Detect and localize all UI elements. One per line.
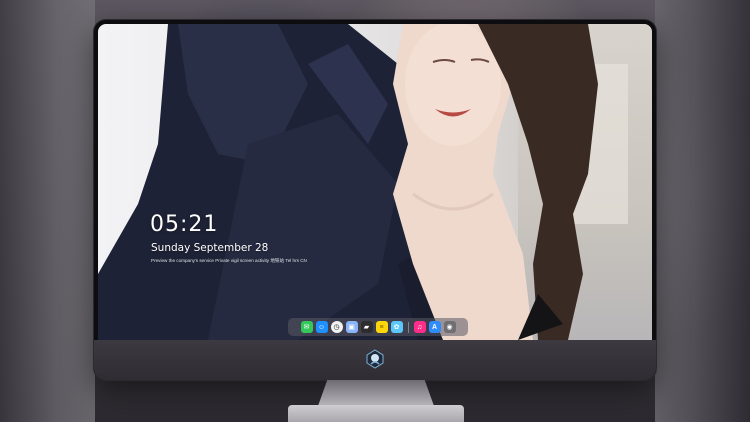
monitor-stand-neck — [318, 380, 434, 406]
monitor-stand-base — [288, 405, 464, 422]
wallpaper-hair — [478, 24, 598, 340]
lock-screen[interactable]: 05:21 Sunday September 28 Preview the co… — [98, 24, 652, 340]
clapperboard-icon[interactable]: ▰ — [360, 321, 373, 333]
photos-icon[interactable]: ✿ — [390, 321, 403, 333]
music-icon[interactable]: ♫ — [413, 321, 426, 333]
preview-icon[interactable]: ▣ — [345, 321, 358, 333]
backdrop-right — [655, 0, 750, 422]
camera-icon[interactable]: ◉ — [443, 321, 456, 333]
finder-icon[interactable]: ☺ — [315, 321, 328, 333]
dock: ✉ ☺ ◷ ▣ ▰ ≡ ✿ ♫ A ◉ — [288, 318, 468, 336]
clock-icon[interactable]: ◷ — [330, 321, 343, 333]
lockscreen-date: Sunday September 28 — [151, 242, 269, 254]
notes-icon[interactable]: ≡ — [375, 321, 388, 333]
app-store-icon[interactable]: A — [428, 321, 441, 333]
wallpaper-caption: Preview the company's service Private vi… — [151, 258, 307, 263]
monitor-chin — [94, 340, 656, 380]
dock-separator — [407, 321, 409, 333]
messages-icon[interactable]: ✉ — [300, 321, 313, 333]
backdrop-left — [0, 0, 95, 422]
monitor: 05:21 Sunday September 28 Preview the co… — [94, 20, 656, 380]
lockscreen-time: 05:21 — [150, 212, 219, 237]
brand-logo-icon — [366, 349, 384, 369]
